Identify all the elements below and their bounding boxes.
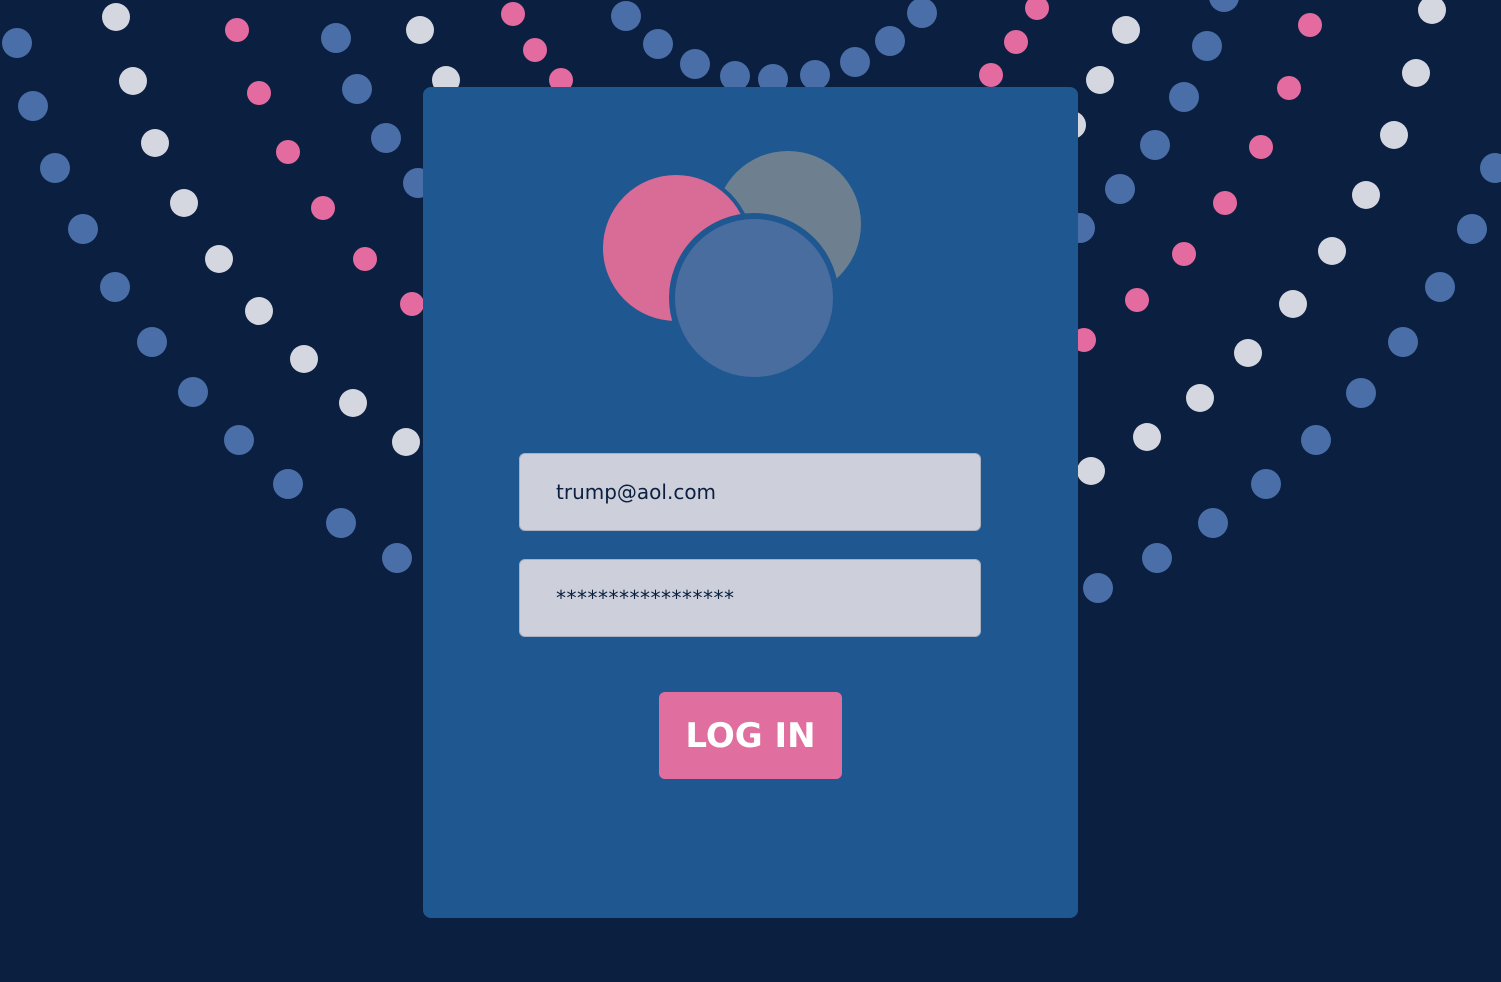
background-dot <box>400 292 424 316</box>
background-dot <box>1169 82 1199 112</box>
background-dot <box>1213 191 1237 215</box>
background-dot <box>1133 423 1161 451</box>
background-dot <box>342 74 372 104</box>
background-dot <box>1186 384 1214 412</box>
logo-blue-circle <box>669 213 839 380</box>
background-dot <box>907 0 937 28</box>
background-dot <box>1402 59 1430 87</box>
background-dot <box>875 26 905 56</box>
background-dot <box>1086 66 1114 94</box>
background-dot <box>1077 457 1105 485</box>
background-dot <box>119 67 147 95</box>
background-dot <box>178 377 208 407</box>
background-dot <box>1192 31 1222 61</box>
background-dot <box>40 153 70 183</box>
background-dot <box>224 425 254 455</box>
background-dot <box>1380 121 1408 149</box>
background-dot <box>1105 174 1135 204</box>
background-dot <box>800 60 830 90</box>
background-dot <box>353 247 377 271</box>
background-dot <box>137 327 167 357</box>
background-dot <box>247 81 271 105</box>
password-field[interactable]: ***************** <box>519 559 981 637</box>
background-dot <box>273 469 303 499</box>
background-dot <box>170 189 198 217</box>
background-dot <box>1172 242 1196 266</box>
background-dot <box>1004 30 1028 54</box>
background-dot <box>225 18 249 42</box>
background-dot <box>1279 290 1307 318</box>
background-dot <box>311 196 335 220</box>
background-dot <box>276 140 300 164</box>
background-dot <box>2 28 32 58</box>
background-dot <box>1112 16 1140 44</box>
login-card: trump@aol.com ***************** LOG IN <box>423 87 1078 918</box>
background-dot <box>1083 573 1113 603</box>
background-dot <box>1418 0 1446 24</box>
background-dot <box>1457 214 1487 244</box>
background-dot <box>245 297 273 325</box>
background-dot <box>840 47 870 77</box>
background-dot <box>1318 237 1346 265</box>
background-dot <box>406 16 434 44</box>
background-dot <box>371 123 401 153</box>
background-dot <box>68 214 98 244</box>
background-dot <box>680 49 710 79</box>
background-dot <box>523 38 547 62</box>
background-dot <box>611 1 641 31</box>
background-dot <box>382 543 412 573</box>
background-dot <box>326 508 356 538</box>
background-dot <box>1249 135 1273 159</box>
background-dot <box>1125 288 1149 312</box>
background-dot <box>1251 469 1281 499</box>
background-dot <box>1142 543 1172 573</box>
background-dot <box>1198 508 1228 538</box>
background-dot <box>1025 0 1049 20</box>
background-dot <box>141 129 169 157</box>
background-dot <box>1388 327 1418 357</box>
background-dot <box>1352 181 1380 209</box>
background-dot <box>1234 339 1262 367</box>
background-dot <box>290 345 318 373</box>
background-dot <box>501 2 525 26</box>
background-dot <box>392 428 420 456</box>
background-dot <box>1209 0 1239 12</box>
background-dot <box>979 63 1003 87</box>
email-value: trump@aol.com <box>556 480 717 504</box>
background-dot <box>205 245 233 273</box>
login-button[interactable]: LOG IN <box>659 692 842 779</box>
password-value: ***************** <box>556 586 735 610</box>
background-dot <box>339 389 367 417</box>
background-dot <box>18 91 48 121</box>
background-dot <box>102 3 130 31</box>
background-dot <box>643 29 673 59</box>
background-dot <box>321 23 351 53</box>
background-dot <box>1301 425 1331 455</box>
background-dot <box>1480 153 1501 183</box>
email-field[interactable]: trump@aol.com <box>519 453 981 531</box>
background-dot <box>1277 76 1301 100</box>
background-dot <box>1298 13 1322 37</box>
background-dot <box>1346 378 1376 408</box>
background-dot <box>1140 130 1170 160</box>
app-logo-icon <box>601 151 861 380</box>
background-dot <box>100 272 130 302</box>
background-dot <box>1425 272 1455 302</box>
